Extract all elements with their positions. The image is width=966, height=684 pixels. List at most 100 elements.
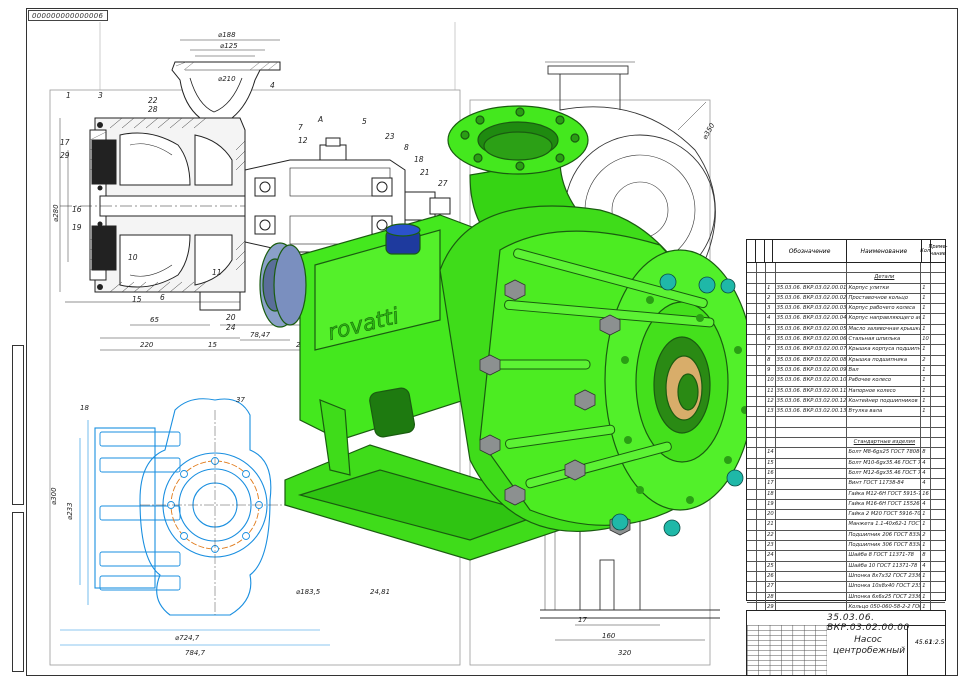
bom-qty: 1 [921,283,931,293]
drawing-sheet: 000000000000006 ⌀188 ⌀125 ⌀210 ⌀280 220 … [0,0,966,684]
bom-part-row: 1 35.03.06. ВКР.03.02.00.01 Корпус улитки 1 [747,283,945,294]
front-view-blue [60,398,330,646]
svg-text:37: 37 [236,396,245,404]
bom-row-empty [747,427,945,439]
bom-name: Шпонка 8х7х32 ГОСТ 23360-78 [847,571,922,582]
bom-part-row: 3 35.03.06. ВКР.03.02.00.03 Корпус рабочег… [747,304,945,315]
svg-text:⌀183,5: ⌀183,5 [296,588,321,596]
bom-qty: 8 [921,448,931,458]
drawing-name-line1: Насос [854,635,882,645]
bom-pos: 27 [766,582,776,592]
bom-name: Стальная шпилька [847,335,922,345]
bom-pos: 2 [766,293,776,304]
bom-qty: 4 [921,458,931,468]
drawing-name: Насос центробежный [833,635,906,657]
bom-qty: 2 [921,355,931,365]
svg-text:4: 4 [270,81,275,90]
svg-text:21: 21 [420,168,430,177]
title-block-grid [747,625,827,675]
bom-name: Вал [847,365,922,376]
bom-name: Масло заливочная крышка [847,324,922,335]
bom-pos: 8 [766,355,776,365]
bom-pos: 15 [766,458,776,468]
drawing-scale: 1:2.5 [929,639,945,646]
svg-text:15: 15 [132,295,142,304]
bom-pos: 9 [766,365,776,376]
bom-part-row: 13 35.03.06. ВКР.03.02.00.13 Втулка вала 1 [747,407,945,418]
bom-qty: 10 [921,335,931,345]
bom-qty: 1 [921,293,931,304]
svg-text:65: 65 [150,316,159,324]
bom-pos: 19 [766,499,776,510]
drawing-name-line2: центробежный [833,646,906,656]
bom-name: Гайка 2 М20 ГОСТ 5916-70 [847,510,922,520]
bom-name: Крышка корпуса подшипников [847,345,922,355]
bom-qty: 1 [921,571,931,582]
svg-text:⌀300: ⌀300 [50,487,58,505]
bom-qty: 1 [921,396,931,407]
svg-text:11: 11 [212,268,222,277]
bom-part-row: 7 35.03.06. ВКР.03.02.00.07 Крышка корпуса… [747,345,945,356]
bom-qty: 1 [921,541,931,551]
bom-qty: 1 [921,386,931,396]
bom-name: Втулка вала [847,407,922,417]
bom-row-empty [747,263,945,274]
bom-standard-row: 14 Болт М8-6gх25 ГОСТ 7808-70 8 [747,448,945,459]
bom-name: Болт М10-6gх35.46 ГОСТ 7805-70 [847,458,922,468]
svg-text:24,81: 24,81 [370,588,390,596]
bom-pos: 25 [766,561,776,571]
svg-text:28: 28 [148,105,158,114]
bom-standard-row: 21 Манжета 1.1-40х62-1 ГОСТ 8752-791 [747,520,945,531]
bom-qty: 1 [921,407,931,417]
bom-name: Манжета 1.1-40х62-1 ГОСТ 8752-79 [847,520,922,530]
bom-name: Подшипник 206 ГОСТ 8338-75 [847,530,922,541]
bom-part-row: 2 35.03.06. ВКР.03.02.00.02 Проставочное к… [747,293,945,305]
bom-qty: 4 [921,561,931,571]
bom-name: Болт М8-6gх25 ГОСТ 7808-70 [847,448,922,458]
bom-qty: 1 [921,345,931,355]
bom-pos: 18 [766,489,776,499]
bom-code: 35.03.06. ВКР.03.02.00.11 [776,386,848,396]
bom-name: Шпонка 10х8х40 ГОСТ 23360-78 [847,582,922,592]
bom-pos: 11 [766,386,776,396]
svg-text:10: 10 [128,253,138,262]
svg-text:24: 24 [226,323,236,332]
bom-name: Контейнер подшипников [847,396,922,407]
bom-pos: 22 [766,530,776,541]
bom-part-row: 6 35.03.06. ВКР.03.02.00.06 Стальная шпиль… [747,335,945,346]
bom-code: 35.03.06. ВКР.03.02.00.09 [776,365,848,376]
bom-name: Напорное колесо [847,386,922,396]
bom-pos: 20 [766,510,776,520]
bom-header-name: Наименование [847,240,922,262]
bom-standard-row: 20 Гайка 2 М20 ГОСТ 5916-70 1 [747,510,945,521]
bom-standard-row: 19 Гайка М16-6Н ГОСТ 15526-70 4 [747,499,945,511]
bom-section-parts: Детали [747,273,945,284]
bom-header: Обозначение Наименование Кол. Приме- чан… [747,240,948,263]
svg-text:6: 6 [160,293,165,302]
svg-text:16: 16 [72,205,82,214]
bom-qty: 4 [921,468,931,479]
svg-text:220: 220 [140,341,154,349]
bom-qty: 1 [921,510,931,520]
bom-pos: 5 [766,324,776,335]
bom-code: 35.03.06. ВКР.03.02.00.13 [776,407,848,417]
bom-code: 35.03.06. ВКР.03.02.00.06 [776,335,848,345]
svg-text:27: 27 [438,179,448,188]
bom-name: Проставочное кольцо [847,293,922,304]
bom-part-row: 8 35.03.06. ВКР.03.02.00.08 Крышка подшипн… [747,355,945,366]
bill-of-materials: Обозначение Наименование Кол. Приме- чан… [746,239,948,614]
bom-qty: 4 [921,499,931,510]
bom-name: Гайка М16-6Н ГОСТ 15526-70 [847,499,922,510]
svg-text:1: 1 [66,91,71,100]
bom-section-standard: Стандартные изделия [747,438,945,449]
bom-qty: 1 [921,376,931,386]
bom-name: Рабочее колесо [847,376,922,386]
svg-text:⌀125: ⌀125 [220,42,238,50]
svg-text:A: A [317,115,323,124]
svg-text:⌀188: ⌀188 [218,31,236,39]
svg-text:⌀280: ⌀280 [52,204,60,222]
bom-qty: 1 [921,365,931,376]
bom-code: 35.03.06. ВКР.03.02.00.08 [776,355,848,365]
svg-text:784,7: 784,7 [185,649,206,657]
bom-header-note: Приме- чание [928,244,948,257]
